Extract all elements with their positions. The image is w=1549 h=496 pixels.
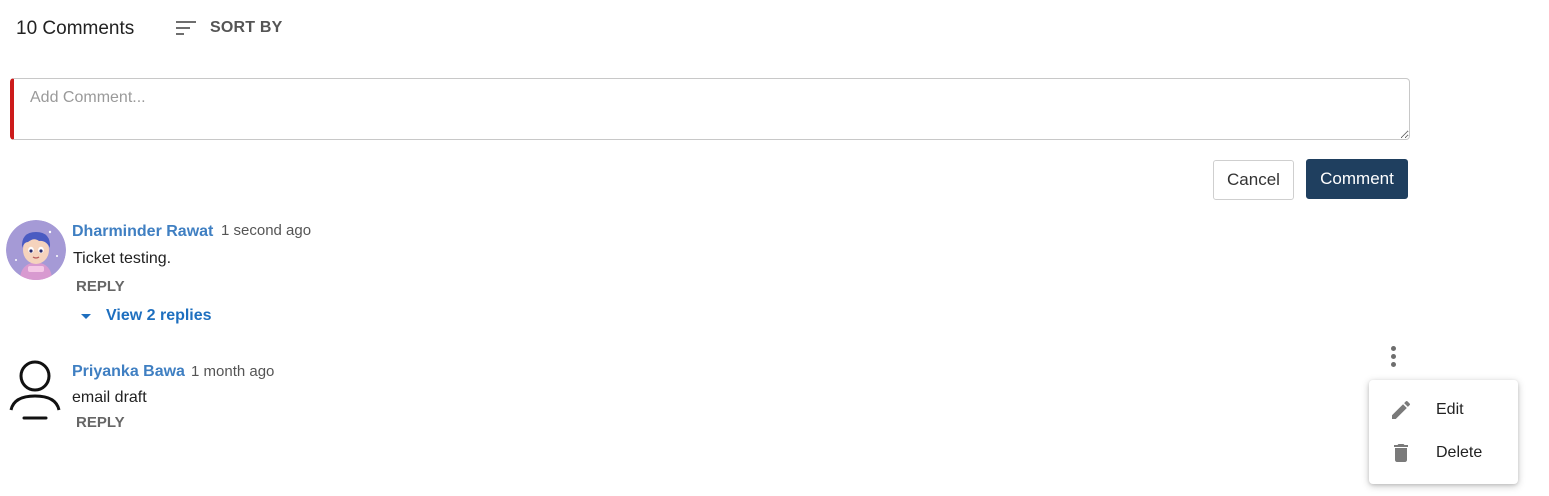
menu-item-edit[interactable]: Edit bbox=[1369, 389, 1518, 431]
reply-button[interactable]: REPLY bbox=[76, 277, 125, 297]
comment-author[interactable]: Priyanka Bawa bbox=[72, 362, 185, 382]
comment-author[interactable]: Dharminder Rawat bbox=[72, 222, 213, 242]
comment-submit-button[interactable]: Comment bbox=[1306, 159, 1408, 199]
user-outline-icon bbox=[9, 360, 61, 420]
comment-text: Ticket testing. bbox=[73, 250, 172, 267]
cartoon-boy-avatar-icon bbox=[6, 220, 66, 280]
view-replies-button[interactable]: View 2 replies bbox=[78, 306, 212, 326]
comment-text: email draft bbox=[72, 389, 147, 406]
reply-button[interactable]: REPLY bbox=[76, 413, 125, 433]
avatar[interactable] bbox=[6, 220, 66, 280]
view-replies-label: View 2 replies bbox=[106, 307, 212, 324]
add-comment-input[interactable] bbox=[10, 78, 1410, 140]
menu-item-delete[interactable]: Delete bbox=[1369, 432, 1518, 474]
menu-item-label: Delete bbox=[1436, 444, 1483, 461]
menu-item-label: Edit bbox=[1436, 401, 1464, 418]
caret-down-icon bbox=[81, 314, 91, 319]
sort-by-label: SORT BY bbox=[210, 19, 283, 36]
sort-by-button[interactable]: SORT BY bbox=[174, 16, 283, 40]
comment-timestamp: 1 month ago bbox=[191, 363, 275, 380]
comment-count: 10 Comments bbox=[16, 18, 135, 39]
trash-icon bbox=[1394, 444, 1408, 462]
cancel-button[interactable]: Cancel bbox=[1213, 160, 1294, 200]
more-options-icon[interactable] bbox=[1382, 344, 1404, 368]
comment-timestamp: 1 second ago bbox=[221, 222, 312, 239]
sort-icon bbox=[176, 21, 196, 35]
avatar[interactable] bbox=[6, 356, 66, 422]
pencil-icon bbox=[1392, 400, 1411, 419]
comment-options-menu: Edit Delete bbox=[1369, 380, 1518, 484]
